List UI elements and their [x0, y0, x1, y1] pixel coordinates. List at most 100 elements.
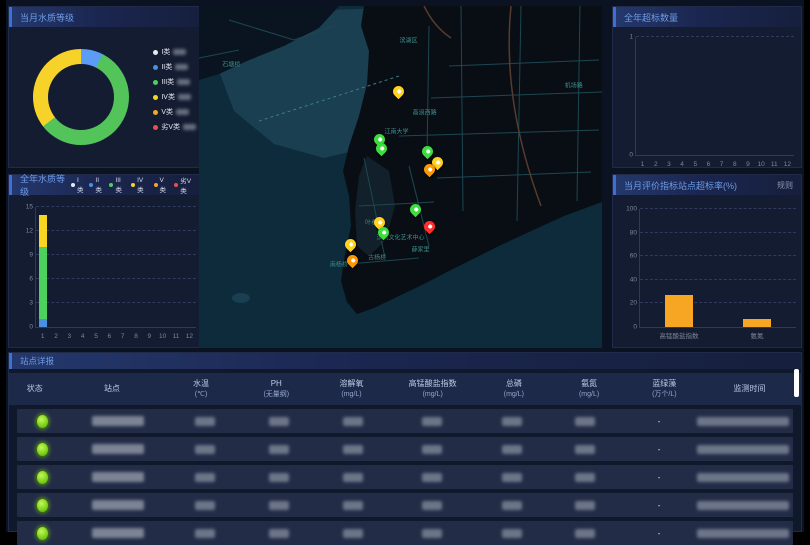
stacked-bar-segment[interactable]	[39, 215, 47, 247]
cell-time	[696, 501, 789, 510]
cell-station	[67, 500, 168, 510]
station-map[interactable]: 石塘桥滨湖区高浪西路江南大学机场路叶巷滨湖文化艺术中心薛家里古杨桥南杨桥	[199, 6, 602, 348]
cell-num	[242, 473, 316, 482]
panel-title: 全年水质等级	[20, 172, 71, 198]
cell-text: -	[622, 501, 696, 510]
cell-num	[168, 473, 242, 482]
y-axis-tick: 1	[616, 34, 633, 41]
legend-value-redacted	[175, 64, 188, 70]
cell-num	[168, 529, 242, 538]
legend-item: IV类	[153, 92, 196, 102]
cell-num	[168, 445, 242, 454]
rules-link[interactable]: 规则	[777, 180, 793, 191]
gridline	[36, 278, 196, 279]
y-axis-tick: 15	[16, 204, 33, 211]
yearly-grade-plot[interactable]: 03691215123456789101112	[35, 207, 196, 328]
time-redacted	[697, 417, 789, 426]
cell-num	[168, 501, 242, 510]
value-redacted	[269, 445, 289, 454]
yearly-exceed-plot[interactable]: 01123456789101112	[635, 37, 794, 156]
y-axis-tick: 0	[616, 152, 633, 159]
value-redacted	[343, 473, 363, 482]
gridline	[640, 208, 796, 209]
station-name-redacted	[92, 528, 144, 538]
y-axis-tick: 20	[620, 300, 637, 307]
table-body[interactable]: - - - - -	[9, 409, 801, 545]
legend-item: V类	[154, 177, 170, 194]
x-axis-tick: 氨氮	[751, 330, 764, 340]
status-dot-normal	[36, 470, 49, 485]
legend-label: 劣V类	[161, 122, 180, 132]
value-redacted	[269, 473, 289, 482]
cell-num	[549, 445, 623, 454]
column-unit: (万个/L)	[627, 390, 702, 399]
legend-dot	[153, 65, 158, 70]
column-name: 氨氮	[551, 379, 626, 389]
map-pin-marker	[408, 202, 424, 218]
column-header-num: 水温(℃)	[163, 379, 238, 398]
monthly-rate-plot[interactable]: 020406080100高锰酸盐指数氨氮	[639, 209, 796, 328]
value-redacted	[502, 473, 522, 482]
x-axis-tick: 8	[733, 161, 737, 168]
y-axis-tick: 60	[620, 253, 637, 260]
legend-item: II类	[153, 62, 196, 72]
legend-item: V类	[153, 107, 196, 117]
cell-text: -	[622, 473, 696, 482]
legend-dot	[109, 183, 113, 187]
y-axis-tick: 12	[16, 228, 33, 235]
y-axis-tick: 9	[16, 252, 33, 259]
x-axis-tick: 3	[667, 161, 671, 168]
cell-num	[549, 501, 623, 510]
panel-header: 当月水质等级	[9, 7, 204, 27]
water-grade-donut-chart[interactable]	[33, 49, 129, 145]
station-name-redacted	[92, 444, 144, 454]
algae-value: -	[658, 445, 661, 454]
cell-status	[17, 414, 67, 429]
y-axis-tick: 0	[620, 324, 637, 331]
cell-station	[67, 444, 168, 454]
cell-num	[549, 473, 623, 482]
column-header-station: 站点	[60, 384, 163, 394]
panel-station-report: 站点详报 状态站点水温(℃)PH(无量纲)溶解氧(mg/L)高锰酸盐指数(mg/…	[8, 352, 802, 532]
rate-bar[interactable]	[743, 319, 771, 327]
cell-time	[696, 529, 789, 538]
stacked-bar-segment[interactable]	[39, 319, 47, 327]
value-redacted	[502, 417, 522, 426]
table-scrollbar[interactable]	[794, 369, 799, 397]
algae-value: -	[658, 473, 661, 482]
legend-label: I类	[77, 177, 84, 194]
x-axis-tick: 5	[94, 333, 98, 340]
value-redacted	[575, 417, 595, 426]
column-name: 高锰酸盐指数	[389, 379, 476, 389]
panel-title: 当月评价指标站点超标率(%)	[624, 179, 737, 192]
table-row[interactable]: -	[17, 437, 793, 461]
x-axis-tick: 4	[81, 333, 85, 340]
panel-header: 站点详报	[9, 353, 801, 369]
stacked-bar-segment[interactable]	[39, 247, 47, 319]
value-redacted	[422, 529, 442, 538]
value-redacted	[269, 417, 289, 426]
cell-station	[67, 528, 168, 538]
value-redacted	[422, 417, 442, 426]
legend-label: II类	[95, 177, 104, 194]
cell-num	[316, 445, 390, 454]
legend-dot	[131, 183, 135, 187]
panel-yearly-exceed-count: 全年超标数量 01123456789101112	[612, 6, 802, 168]
algae-value: -	[658, 501, 661, 510]
cell-num	[549, 529, 623, 538]
station-name-redacted	[92, 500, 144, 510]
column-name: 蓝绿藻	[627, 379, 702, 389]
cell-time	[696, 473, 789, 482]
station-name-redacted	[92, 472, 144, 482]
panel-header: 全年水质等级 I类II类III类IV类V类劣V类	[9, 175, 204, 195]
rate-bar[interactable]	[665, 295, 693, 327]
value-redacted	[269, 501, 289, 510]
table-row[interactable]: -	[17, 493, 793, 517]
table-row[interactable]: -	[17, 521, 793, 545]
value-redacted	[343, 529, 363, 538]
time-redacted	[697, 473, 789, 482]
column-unit: (mg/L)	[551, 390, 626, 399]
legend-item: 劣V类	[153, 122, 196, 132]
table-row[interactable]: -	[17, 409, 793, 433]
table-row[interactable]: -	[17, 465, 793, 489]
